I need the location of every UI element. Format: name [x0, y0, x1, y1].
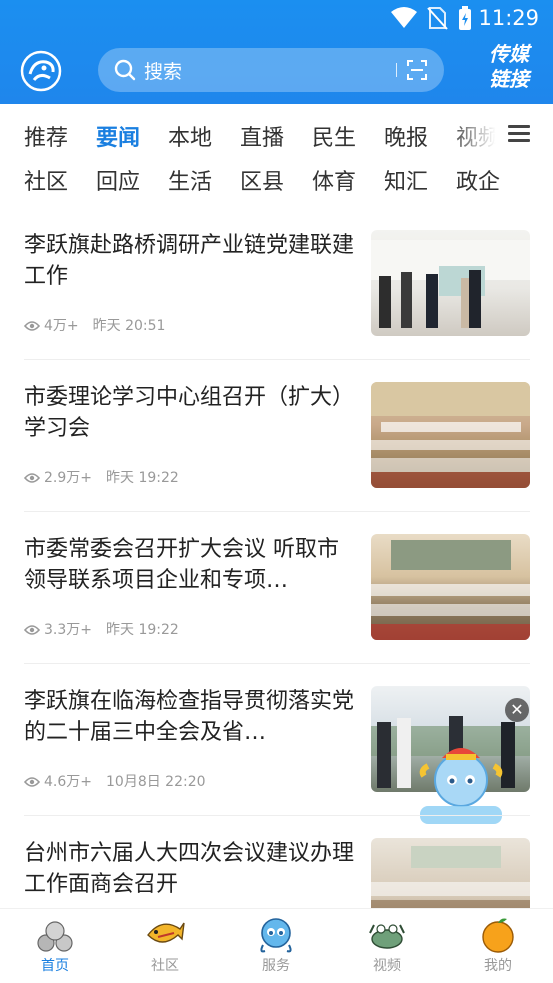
news-thumbnail	[371, 230, 530, 336]
eye-icon	[24, 321, 40, 331]
news-views: 4.6万+	[44, 774, 92, 790]
news-views: 4万+	[44, 318, 79, 334]
media-link-line2: 链接	[489, 67, 529, 91]
news-thumbnail	[371, 534, 530, 640]
menu-icon[interactable]	[508, 125, 530, 143]
community-icon	[147, 922, 185, 943]
news-title: 市委常委会召开扩大会议 听取市领导联系项目企业和专项…	[24, 537, 339, 593]
tab-category[interactable]: 推荐	[24, 120, 68, 152]
status-time: 11:29	[478, 6, 539, 30]
news-title: 市委理论学习中心组召开（扩大）学习会	[24, 385, 354, 441]
video-icon	[369, 924, 405, 949]
news-title: 台州市六届人大四次会议建议办理工作面商会召开	[24, 841, 354, 897]
tab-label: 视频	[373, 958, 401, 974]
app-logo-icon[interactable]	[20, 50, 62, 92]
divider	[24, 815, 530, 816]
news-time: 昨天 19:22	[106, 622, 179, 638]
no-sim-icon	[427, 7, 448, 30]
close-floating-button[interactable]: ✕	[505, 698, 529, 722]
tab-label: 服务	[262, 958, 290, 974]
scan-icon[interactable]	[406, 59, 428, 81]
category-fade	[448, 116, 504, 152]
tab-service[interactable]: 服务	[221, 909, 331, 983]
eye-icon	[24, 473, 40, 483]
service-icon	[260, 918, 292, 953]
tab-category[interactable]: 本地	[168, 120, 212, 152]
tab-category[interactable]: 民生	[312, 120, 356, 152]
tab-category[interactable]: 社区	[24, 164, 68, 196]
news-time: 昨天 19:22	[106, 470, 179, 486]
media-link-button[interactable]: 传媒 链接	[476, 42, 542, 98]
tab-category[interactable]: 晚报	[384, 120, 428, 152]
divider	[24, 359, 530, 360]
news-meta: 4万+ 昨天 20:51	[24, 315, 165, 335]
bottom-tab-bar: 首页 社区 服务 视频 我的	[0, 908, 553, 983]
divider	[24, 511, 530, 512]
tab-category[interactable]: 知汇	[384, 164, 428, 196]
tab-label: 我的	[484, 958, 512, 974]
search-placeholder: 搜索	[144, 61, 183, 83]
search-bar[interactable]: 搜索	[98, 48, 444, 92]
eye-icon	[24, 625, 40, 635]
news-title: 李跃旗在临海检查指导贯彻落实党的二十届三中全会及省…	[24, 689, 354, 745]
status-bar: 11:29	[0, 0, 553, 38]
home-icon	[37, 921, 73, 952]
news-title: 李跃旗赴路桥调研产业链党建联建工作	[24, 233, 354, 289]
news-meta: 3.3万+ 昨天 19:22	[24, 619, 179, 639]
news-thumbnail	[371, 382, 530, 488]
tab-profile[interactable]: 我的	[443, 909, 553, 983]
news-time: 昨天 20:51	[92, 318, 166, 334]
tab-category[interactable]: 政企	[456, 164, 500, 196]
eye-icon	[24, 777, 40, 787]
news-meta: 2.9万+ 昨天 19:22	[24, 467, 179, 487]
news-time: 10月8日 22:20	[106, 774, 206, 790]
tab-category[interactable]: 区县	[240, 164, 284, 196]
wifi-icon	[391, 7, 417, 28]
tab-category[interactable]: 体育	[312, 164, 356, 196]
news-views: 3.3万+	[44, 622, 92, 638]
battery-charging-icon	[459, 6, 471, 30]
app-header: 11:29 搜索 传媒 链接	[0, 0, 553, 104]
news-meta: 4.6万+ 10月8日 22:20	[24, 771, 206, 791]
tab-label: 首页	[41, 958, 69, 974]
tab-label: 社区	[151, 958, 179, 974]
category-row-1: 推荐 要闻 本地 直播 民生 晚报 视频	[24, 120, 500, 152]
tab-community[interactable]: 社区	[110, 909, 220, 983]
tab-category[interactable]: 直播	[240, 120, 284, 152]
news-views: 2.9万+	[44, 470, 92, 486]
tab-category[interactable]: 回应	[96, 164, 140, 196]
tab-category[interactable]: 生活	[168, 164, 212, 196]
category-row-2: 社区 回应 生活 区县 体育 知汇 政企	[24, 164, 504, 196]
mascot-icon[interactable]	[416, 732, 506, 828]
tab-video[interactable]: 视频	[332, 909, 442, 983]
search-icon	[114, 59, 136, 81]
tab-home[interactable]: 首页	[0, 909, 110, 983]
profile-icon	[482, 918, 514, 953]
search-divider	[396, 63, 397, 77]
tab-category-active[interactable]: 要闻	[96, 120, 140, 152]
media-link-line1: 传媒	[489, 42, 529, 66]
divider	[24, 663, 530, 664]
